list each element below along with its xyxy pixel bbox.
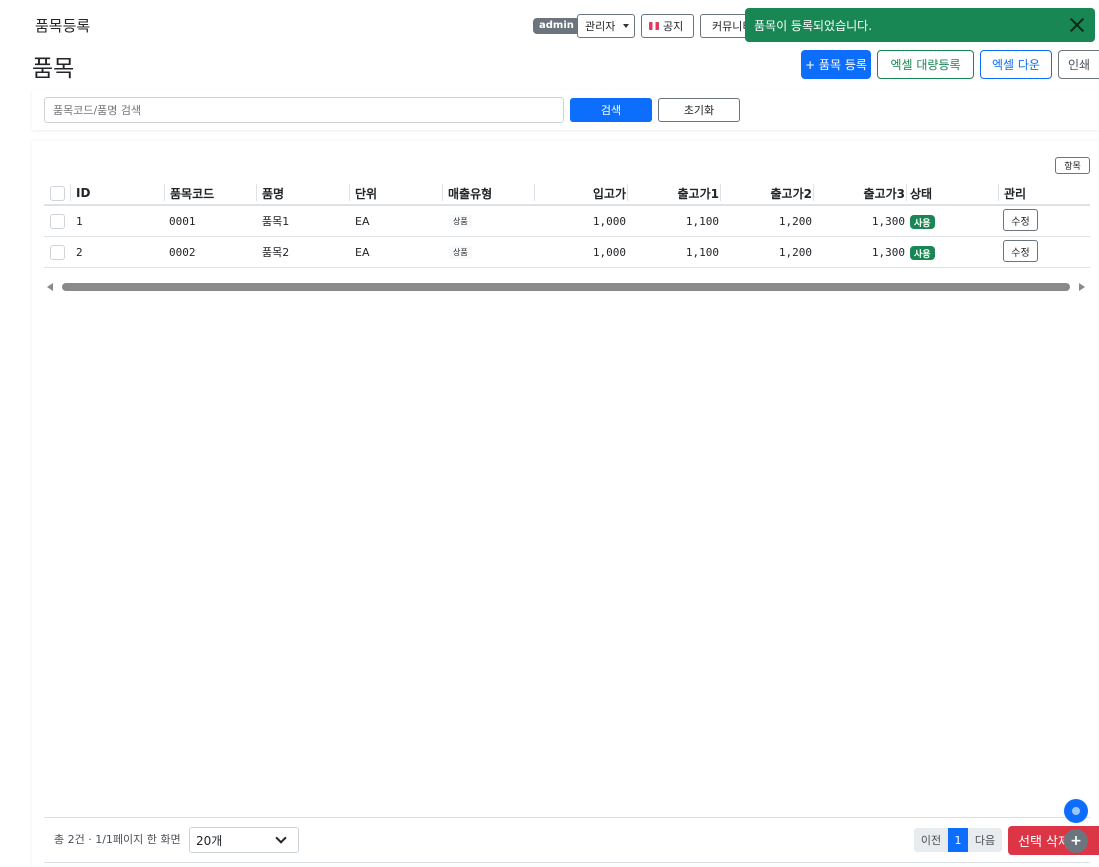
status-badge: 사용 xyxy=(910,246,935,260)
notice-button[interactable]: 공지 xyxy=(641,14,694,38)
row-checkbox[interactable] xyxy=(50,214,65,229)
cell-out-price-1: 1,100 xyxy=(685,214,719,228)
header-name[interactable]: 품명 xyxy=(262,183,284,203)
chat-fab-icon[interactable] xyxy=(1064,799,1088,823)
next-page-button[interactable]: 다음 xyxy=(968,828,1002,852)
header-unit[interactable]: 단위 xyxy=(355,183,377,203)
cell-code: 0002 xyxy=(169,245,196,259)
columns-button[interactable]: 항목 xyxy=(1055,157,1090,174)
cell-out-price-2: 1,200 xyxy=(778,214,812,228)
status-badge: 사용 xyxy=(910,215,935,229)
cell-out-price-2: 1,200 xyxy=(778,245,812,259)
caret-down-icon xyxy=(623,24,630,28)
cell-unit: EA xyxy=(355,214,370,228)
cell-out-price-3: 1,300 xyxy=(871,214,905,228)
cell-name: 품목1 xyxy=(262,215,290,228)
toast-message: 품목이 등록되었습니다. xyxy=(754,18,873,33)
admin-badge: admin xyxy=(533,18,580,34)
cell-name: 품목2 xyxy=(262,246,290,259)
pagination-info: 총 2건 · 1/1페이지 한 화면 xyxy=(54,833,181,846)
scroll-right-arrow-icon[interactable] xyxy=(1079,283,1085,291)
horizontal-scrollbar[interactable] xyxy=(62,283,1070,291)
header-out-price-2[interactable]: 출고가2 xyxy=(720,183,812,203)
cell-out-price-3: 1,300 xyxy=(871,245,905,259)
column-divider xyxy=(164,184,165,201)
row-checkbox[interactable] xyxy=(50,245,65,260)
page-size-value: 20개 xyxy=(196,833,223,848)
edit-button[interactable]: 수정 xyxy=(1003,209,1038,231)
column-divider xyxy=(906,184,907,201)
add-item-button[interactable]: + 품목 등록 xyxy=(801,50,871,79)
header-code[interactable]: 품목코드 xyxy=(170,183,214,203)
cell-id: 2 xyxy=(76,245,83,259)
column-divider xyxy=(349,184,350,201)
sales-type-tag: 상품 xyxy=(449,245,472,259)
cell-code: 0001 xyxy=(169,214,196,228)
row-divider xyxy=(44,236,1090,237)
header-in-price[interactable]: 입고가 xyxy=(534,183,626,203)
column-divider xyxy=(998,184,999,201)
close-icon[interactable] xyxy=(1067,15,1087,35)
user-menu-button[interactable]: 관리자 xyxy=(577,14,635,38)
chevron-down-icon xyxy=(275,832,287,844)
header-divider xyxy=(44,204,1090,206)
select-all-checkbox[interactable] xyxy=(50,186,65,201)
cell-in-price: 1,000 xyxy=(592,245,626,259)
edit-button[interactable]: 수정 xyxy=(1003,240,1038,262)
scroll-left-arrow-icon[interactable] xyxy=(47,283,53,291)
reset-button[interactable]: 초기화 xyxy=(658,98,740,122)
row-divider xyxy=(44,267,1090,268)
cell-id: 1 xyxy=(76,214,83,228)
column-divider xyxy=(442,184,443,201)
bulk-excel-button[interactable]: 엑셀 대량등록 xyxy=(877,50,974,79)
footer-divider xyxy=(44,817,1090,818)
plus-fab-icon[interactable]: + xyxy=(1064,829,1088,853)
toast-notification: 품목이 등록되었습니다. xyxy=(745,8,1095,42)
sales-type-tag: 상품 xyxy=(449,214,472,228)
header-sales-type[interactable]: 매출유형 xyxy=(448,183,492,203)
header-id[interactable]: ID xyxy=(76,183,90,203)
notice-label: 공지 xyxy=(663,20,684,33)
header-status[interactable]: 상태 xyxy=(910,183,932,203)
header-actions: 관리 xyxy=(1004,186,1027,201)
search-button[interactable]: 검색 xyxy=(570,98,652,122)
user-menu-label: 관리자 xyxy=(585,20,616,33)
print-button[interactable]: 인쇄 xyxy=(1058,50,1099,79)
current-page-button[interactable]: 1 xyxy=(948,828,968,852)
cell-unit: EA xyxy=(355,245,370,259)
column-divider xyxy=(70,184,71,201)
page-title: 품목 xyxy=(32,56,75,82)
flag-icon xyxy=(649,22,659,30)
breadcrumb: 품목등록 xyxy=(35,17,91,35)
page-size-select[interactable]: 20개 xyxy=(189,827,299,853)
search-input[interactable] xyxy=(44,97,564,123)
header-out-price-3[interactable]: 출고가3 xyxy=(813,183,905,203)
header-out-price-1[interactable]: 출고가1 xyxy=(627,183,719,203)
cell-in-price: 1,000 xyxy=(592,214,626,228)
bottom-divider xyxy=(44,862,1090,863)
excel-download-button[interactable]: 엑셀 다운 xyxy=(980,50,1052,79)
cell-out-price-1: 1,100 xyxy=(685,245,719,259)
prev-page-button[interactable]: 이전 xyxy=(914,828,948,852)
column-divider xyxy=(256,184,257,201)
